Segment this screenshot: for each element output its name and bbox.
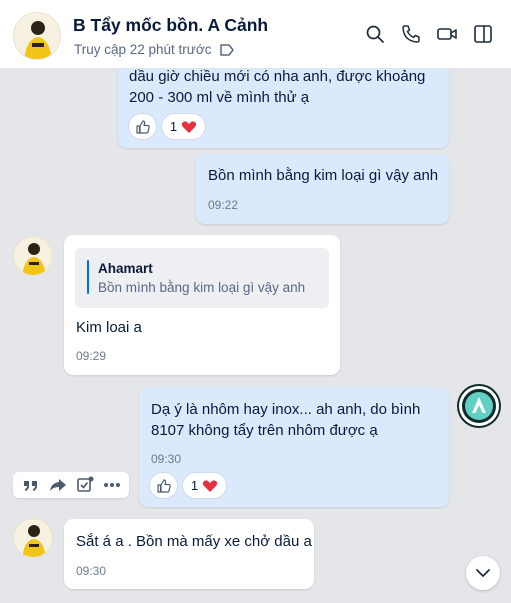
chevron-down-icon [476,569,490,577]
phone-icon[interactable] [399,22,423,46]
chat-title[interactable]: B Tẩy mốc bồn. A Cảnh [73,15,268,36]
search-icon[interactable] [363,22,387,46]
message-text-line: Dạ ý là nhôm hay inox... ah anh, do bình [151,401,421,418]
quote-author: Ahamart [98,261,153,276]
quote-icon[interactable] [20,474,42,496]
message-text: Sắt á a . Bồn mà mấy xe chở dầu a [76,533,312,550]
like-reaction-button[interactable] [150,473,177,498]
sidebar-toggle-icon[interactable] [471,22,495,46]
reaction-count: 1 [190,478,199,493]
quoted-message[interactable]: Ahamart Bồn mình bằng kim loại gì vậy an… [75,248,329,308]
message-bubble-sent[interactable]: Dạ ý là nhôm hay inox... ah anh, do bình… [139,387,449,507]
heart-icon [203,479,218,492]
reaction-summary[interactable]: 1 [183,473,226,498]
message-time: 09:30 [151,452,182,466]
message-text: Bồn mình bằng kim loại gì vậy anh [208,167,439,184]
tag-icon[interactable] [219,43,235,57]
sender-avatar[interactable] [13,518,53,558]
forward-icon[interactable] [47,474,69,496]
status-text: Truy cập 22 phút trước [74,42,212,57]
message-bubble-received[interactable]: Sắt á a . Bồn mà mấy xe chở dầu a 09:30 [64,519,314,589]
message-text-line: 200 - 300 ml về mình thử ạ [129,89,310,106]
seen-avatar-badge [459,386,499,426]
like-reaction-button[interactable] [129,114,156,139]
heart-icon [182,120,197,133]
quote-text: Bồn mình bằng kim loại gì vậy anh [98,280,306,295]
message-text-line: 8107 không tẩy trên nhôm được ạ [151,422,378,439]
message-time: 09:29 [76,349,107,363]
chat-header: B Tẩy mốc bồn. A Cảnh Truy cập 22 phút t… [0,0,511,69]
contact-avatar[interactable] [13,12,61,60]
last-seen-status: Truy cập 22 phút trước [74,42,235,57]
quote-bar [87,260,89,294]
message-text: Kim loai a [76,319,142,336]
sender-avatar[interactable] [13,236,53,276]
reaction-summary[interactable]: 1 [162,114,205,139]
message-time: 09:22 [208,198,239,212]
more-icon[interactable] [101,474,123,496]
video-icon[interactable] [435,22,459,46]
message-text-line: dầu giờ chiều mới có nha anh, được khoản… [129,68,426,85]
message-bubble-received[interactable]: Ahamart Bồn mình bằng kim loại gì vậy an… [64,235,340,375]
message-time: 09:30 [76,564,107,578]
task-icon[interactable] [74,474,96,496]
message-action-bar [13,472,129,498]
message-bubble-sent[interactable]: Bồn mình bằng kim loại gì vậy anh 09:22 [196,154,449,224]
reaction-count: 1 [169,119,178,134]
scroll-to-bottom-button[interactable] [466,556,500,590]
